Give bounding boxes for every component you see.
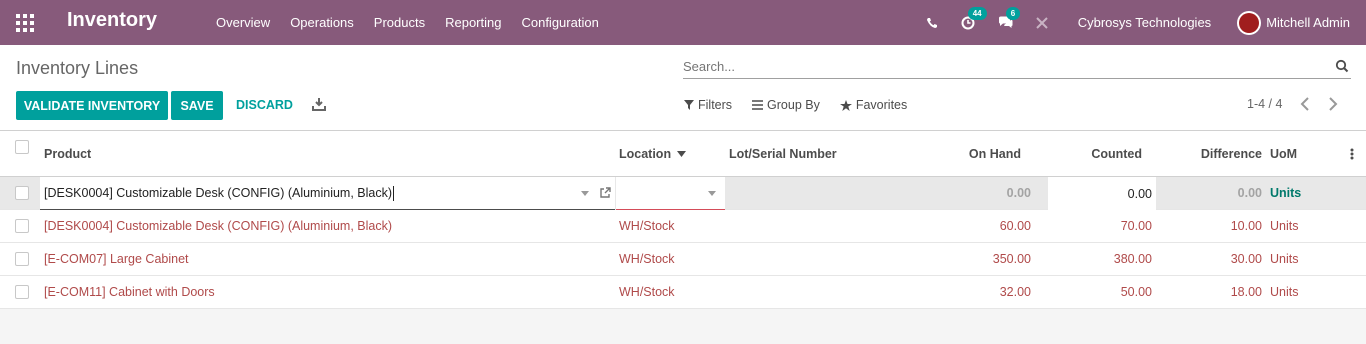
row-product: [DESK0004] Customizable Desk (CONFIG) (A… <box>44 219 393 233</box>
row-location: WH/Stock <box>619 219 675 233</box>
product-field-value: [DESK0004] Customizable Desk (CONFIG) (A… <box>44 186 393 200</box>
star-icon <box>839 99 852 111</box>
table-header: Product Location Lot/Serial Number On Ha… <box>0 131 1366 177</box>
messages-badge: 6 <box>1005 6 1021 20</box>
menu-products[interactable]: Products <box>364 15 435 30</box>
chevron-left-icon[interactable] <box>1300 97 1310 111</box>
apps-menu-icon[interactable] <box>16 14 34 32</box>
product-field[interactable]: [DESK0004] Customizable Desk (CONFIG) (A… <box>40 177 615 210</box>
systray: 44 6 Cybrosys Technologies Mitchell Admi… <box>922 0 1366 45</box>
top-navbar: Inventory Overview Operations Products R… <box>0 0 1366 45</box>
row-difference: 18.00 <box>1230 285 1262 299</box>
edit-difference: 0.00 <box>1237 186 1262 200</box>
sort-desc-icon <box>677 150 687 157</box>
row-checkbox[interactable] <box>15 285 29 299</box>
main-menu: Overview Operations Products Reporting C… <box>206 0 609 45</box>
header-counted[interactable]: Counted <box>1060 131 1142 176</box>
row-difference: 10.00 <box>1230 219 1262 233</box>
select-all-checkbox[interactable] <box>15 140 29 154</box>
dropdown-caret-icon[interactable] <box>581 191 589 196</box>
favorites-toggle[interactable]: Favorites <box>839 98 908 112</box>
row-counted: 50.00 <box>1120 285 1152 299</box>
optional-columns-icon[interactable] <box>1350 131 1354 176</box>
filters-toggle[interactable]: Filters <box>684 98 732 112</box>
header-location-label: Location <box>619 146 672 161</box>
chevron-right-icon[interactable] <box>1328 97 1338 111</box>
header-lot[interactable]: Lot/Serial Number <box>729 131 837 176</box>
discard-button[interactable]: DISCARD <box>236 98 293 112</box>
user-menu[interactable]: Mitchell Admin <box>1237 10 1350 35</box>
filter-icon <box>684 100 694 110</box>
row-counted: 70.00 <box>1120 219 1152 233</box>
row-on-hand: 350.00 <box>992 252 1031 266</box>
edit-on-hand: 0.00 <box>1006 186 1031 200</box>
row-counted: 380.00 <box>1113 252 1152 266</box>
location-field[interactable] <box>616 177 725 210</box>
inventory-lines-table: Product Location Lot/Serial Number On Ha… <box>0 131 1366 309</box>
header-location[interactable]: Location <box>619 131 687 176</box>
menu-operations[interactable]: Operations <box>280 15 364 30</box>
search-options: Filters Group By Favorites <box>684 98 927 112</box>
header-uom[interactable]: UoM <box>1270 131 1297 176</box>
validate-inventory-button[interactable]: VALIDATE INVENTORY <box>16 91 168 120</box>
user-name: Mitchell Admin <box>1266 15 1350 30</box>
row-uom: Units <box>1270 252 1299 266</box>
empty-area <box>0 310 1366 344</box>
row-difference: 30.00 <box>1230 252 1262 266</box>
control-panel: Inventory Lines VALIDATE INVENTORY SAVE … <box>0 45 1366 131</box>
menu-reporting[interactable]: Reporting <box>435 15 511 30</box>
avatar <box>1237 10 1262 35</box>
row-on-hand: 32.00 <box>999 285 1031 299</box>
breadcrumb: Inventory Lines <box>16 58 139 78</box>
messages-icon[interactable]: 6 <box>996 6 1021 33</box>
menu-overview[interactable]: Overview <box>206 15 280 30</box>
favorites-label: Favorites <box>855 98 908 112</box>
row-uom: Units <box>1270 219 1299 233</box>
row-checkbox[interactable] <box>15 186 29 200</box>
debug-tools-icon[interactable] <box>1032 13 1052 33</box>
app-brand[interactable]: Inventory <box>67 9 157 32</box>
menu-configuration[interactable]: Configuration <box>511 15 608 30</box>
pager-value[interactable]: 1-4 / 4 <box>1247 97 1282 111</box>
row-location: WH/Stock <box>619 252 675 266</box>
row-checkbox[interactable] <box>15 252 29 266</box>
table-row[interactable]: [E-COM11] Cabinet with Doors WH/Stock 32… <box>0 276 1366 309</box>
search-input[interactable] <box>683 57 1323 74</box>
row-location: WH/Stock <box>619 285 675 299</box>
row-product: [E-COM11] Cabinet with Doors <box>44 285 215 299</box>
save-button[interactable]: SAVE <box>171 91 223 120</box>
table-row[interactable]: [DESK0004] Customizable Desk (CONFIG) (A… <box>0 210 1366 243</box>
activity-badge: 44 <box>967 6 987 20</box>
row-uom: Units <box>1270 285 1299 299</box>
header-product[interactable]: Product <box>44 131 91 176</box>
activity-icon[interactable]: 44 <box>958 6 987 33</box>
row-on-hand: 60.00 <box>999 219 1031 233</box>
external-link-icon[interactable] <box>599 187 611 199</box>
phone-icon[interactable] <box>922 13 942 33</box>
company-switcher[interactable]: Cybrosys Technologies <box>1078 15 1211 30</box>
groupby-toggle[interactable]: Group By <box>752 98 820 112</box>
editable-row: [DESK0004] Customizable Desk (CONFIG) (A… <box>0 177 1366 210</box>
groupby-label: Group By <box>767 98 820 112</box>
search-bar <box>683 57 1351 79</box>
download-icon[interactable] <box>312 97 326 111</box>
row-checkbox[interactable] <box>15 219 29 233</box>
row-product: [E-COM07] Large Cabinet <box>44 252 189 266</box>
search-icon[interactable] <box>1335 59 1349 73</box>
table-row[interactable]: [E-COM07] Large Cabinet WH/Stock 350.00 … <box>0 243 1366 276</box>
edit-uom[interactable]: Units <box>1270 177 1301 209</box>
filters-label: Filters <box>698 98 733 112</box>
counted-field[interactable]: 0.00 <box>1048 177 1156 210</box>
header-difference[interactable]: Difference <box>1180 131 1262 176</box>
header-on-hand[interactable]: On Hand <box>940 131 1021 176</box>
list-icon <box>752 100 764 110</box>
location-caret-icon[interactable] <box>708 191 716 196</box>
